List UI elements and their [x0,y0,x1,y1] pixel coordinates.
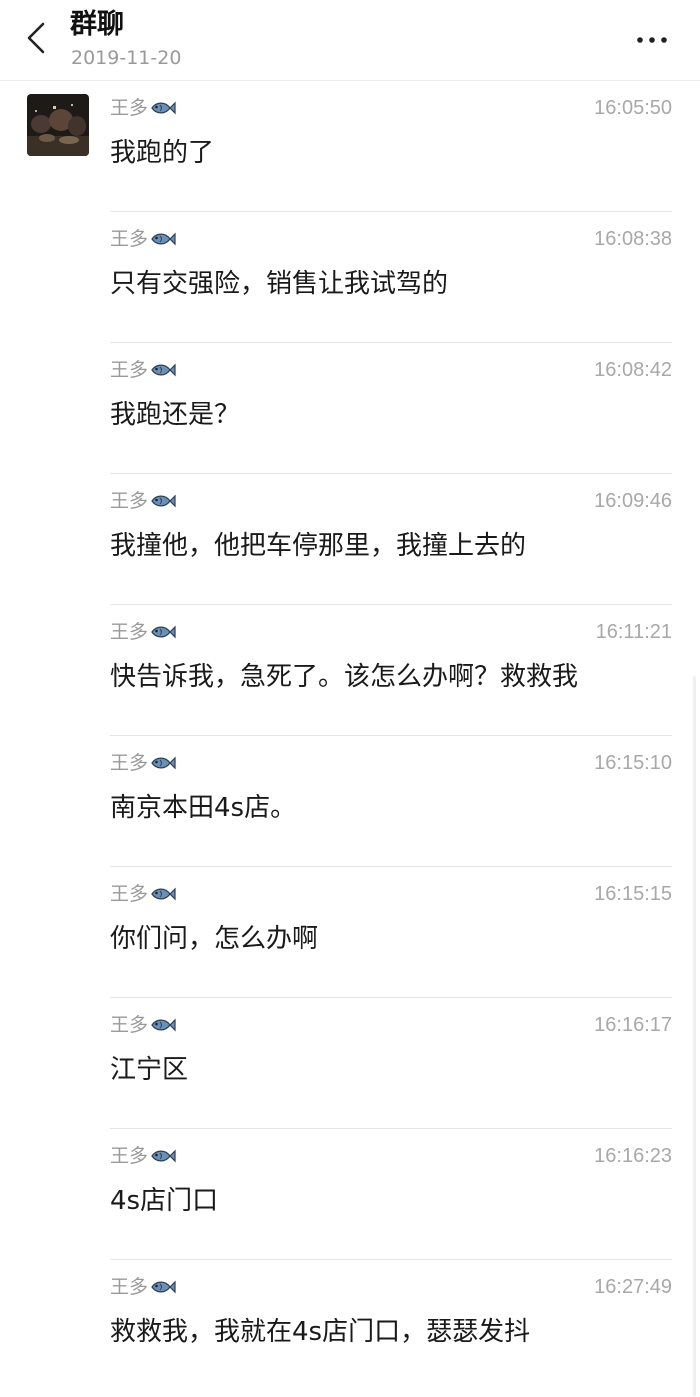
message-time: 16:27:49 [594,1276,672,1298]
message-list: 王多 16:05:50 我跑的了 王多 16:08:38 只有交强险，销售让我试… [0,81,700,1391]
sender-line: 王多 [110,619,176,645]
sender-name[interactable]: 王多 [110,881,148,907]
fish-emoji-icon [151,494,176,508]
more-horizontal-icon [637,37,667,43]
message-item: 王多 16:27:49 救救我，我就在4s店门口，瑟瑟发抖 [0,1260,700,1391]
message-text[interactable]: 江宁区 [110,1052,188,1088]
sender-name[interactable]: 王多 [110,226,148,252]
more-button[interactable] [628,22,678,58]
message-text[interactable]: 我跑的了 [110,135,214,171]
sender-line: 王多 [110,881,176,907]
message-text[interactable]: 你们问，怎么办啊 [110,921,318,957]
message-item: 王多 16:08:42 我跑还是？ [0,343,700,474]
message-time: 16:08:42 [594,359,672,381]
chevron-left-icon [27,22,45,54]
fish-emoji-icon [151,756,176,770]
sender-line: 王多 [110,357,176,383]
chat-title: 群聊 [70,9,124,40]
fish-emoji-icon [151,625,176,639]
top-bar: 群聊 2019-11-20 [0,0,700,81]
message-text[interactable]: 只有交强险，销售让我试驾的 [110,266,448,302]
fish-emoji-icon [151,1149,176,1163]
sender-line: 王多 [110,1012,176,1038]
message-text[interactable]: 快告诉我，急死了。该怎么办啊？救救我 [110,659,578,695]
message-time: 16:08:38 [594,228,672,250]
chat-date: 2019-11-20 [71,47,182,69]
sender-name[interactable]: 王多 [110,1274,148,1300]
sender-name[interactable]: 王多 [110,488,148,514]
message-text[interactable]: 我撞他，他把车停那里，我撞上去的 [110,528,526,564]
fish-emoji-icon [151,1280,176,1294]
sender-line: 王多 [110,1274,176,1300]
sender-line: 王多 [110,226,176,252]
message-item: 王多 16:05:50 我跑的了 [0,81,700,212]
message-time: 16:05:50 [594,97,672,119]
message-text[interactable]: 南京本田4s店。 [110,790,296,826]
sender-name[interactable]: 王多 [110,357,148,383]
fish-emoji-icon [151,1018,176,1032]
sender-line: 王多 [110,95,176,121]
sender-line: 王多 [110,750,176,776]
back-button[interactable] [16,18,56,58]
sender-name[interactable]: 王多 [110,1143,148,1169]
fish-emoji-icon [151,232,176,246]
message-time: 16:15:15 [594,883,672,905]
message-text[interactable]: 救救我，我就在4s店门口，瑟瑟发抖 [110,1314,530,1350]
message-item: 王多 16:15:10 南京本田4s店。 [0,736,700,867]
sender-line: 王多 [110,488,176,514]
sender-name[interactable]: 王多 [110,1012,148,1038]
scrollbar[interactable] [693,676,696,1396]
sender-name[interactable]: 王多 [110,750,148,776]
message-time: 16:16:17 [594,1014,672,1036]
fish-emoji-icon [151,363,176,377]
fish-emoji-icon [151,887,176,901]
sender-name[interactable]: 王多 [110,619,148,645]
message-text[interactable]: 我跑还是？ [110,397,240,433]
message-item: 王多 16:16:17 江宁区 [0,998,700,1129]
fish-emoji-icon [151,101,176,115]
message-time: 16:15:10 [594,752,672,774]
message-time: 16:11:21 [595,621,672,643]
message-text[interactable]: 4s店门口 [110,1183,218,1219]
sender-line: 王多 [110,1143,176,1169]
message-time: 16:16:23 [594,1145,672,1167]
message-item: 王多 16:16:23 4s店门口 [0,1129,700,1260]
message-time: 16:09:46 [594,490,672,512]
message-item: 王多 16:09:46 我撞他，他把车停那里，我撞上去的 [0,474,700,605]
message-item: 王多 16:08:38 只有交强险，销售让我试驾的 [0,212,700,343]
message-item: 王多 16:15:15 你们问，怎么办啊 [0,867,700,998]
sender-name[interactable]: 王多 [110,95,148,121]
message-item: 王多 16:11:21 快告诉我，急死了。该怎么办啊？救救我 [0,605,700,736]
